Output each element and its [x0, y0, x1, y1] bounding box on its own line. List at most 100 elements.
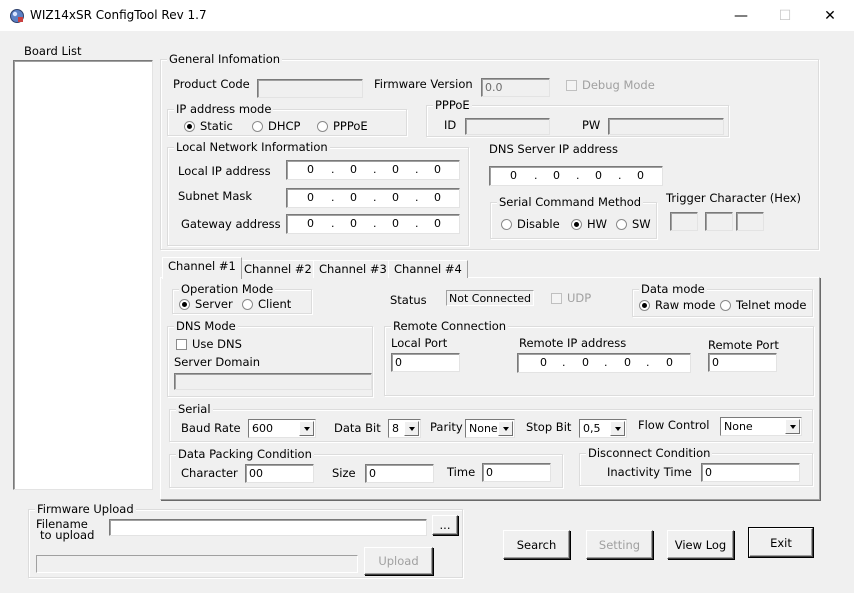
firmware-upload-title: Firmware Upload	[35, 502, 136, 516]
status-value: Not Connected	[446, 290, 534, 306]
maximize-button: ☐	[762, 0, 808, 31]
upload-button: Upload	[364, 547, 433, 575]
pppoe-id-field	[465, 118, 550, 135]
dns-server-field[interactable]: 0. 0. 0. 0	[489, 166, 663, 186]
tab-channel-4[interactable]: Channel #4	[388, 260, 468, 278]
browse-button[interactable]: ...	[432, 515, 458, 535]
filename-field[interactable]	[109, 519, 427, 536]
firmware-version-label: Firmware Version	[374, 77, 473, 91]
size-label: Size	[332, 466, 356, 480]
maximize-icon: ☐	[778, 7, 792, 24]
server-domain-label: Server Domain	[174, 355, 260, 369]
serial-title: Serial	[176, 402, 213, 416]
tab-channel-2[interactable]: Channel #2	[238, 260, 318, 278]
trigger-field-3	[736, 212, 764, 231]
local-ip-label: Local IP address	[178, 164, 271, 178]
app-icon	[10, 9, 24, 23]
udp-checkbox: UDP	[551, 291, 591, 305]
local-ip-field[interactable]: 0. 0. 0. 0	[286, 160, 460, 180]
setting-button: Setting	[586, 530, 653, 559]
local-net-title: Local Network Information	[174, 140, 330, 154]
debug-mode-checkbox: Debug Mode	[566, 78, 655, 92]
inactivity-time-label: Inactivity Time	[607, 465, 692, 479]
minimize-button[interactable]: —	[718, 0, 764, 31]
chevron-down-icon	[498, 421, 513, 436]
parity-select[interactable]: None	[465, 419, 515, 438]
remote-port-field[interactable]: 0	[708, 353, 777, 372]
dns-server-label: DNS Server IP address	[489, 142, 618, 156]
board-list[interactable]	[13, 60, 153, 490]
product-code-field	[257, 79, 363, 98]
baud-rate-select[interactable]: 600	[248, 419, 316, 438]
data-mode-telnet-radio[interactable]: Telnet mode	[720, 298, 806, 312]
stop-bit-select[interactable]: 0,5	[579, 419, 627, 438]
chevron-down-icon	[785, 419, 800, 434]
gateway-field[interactable]: 0. 0. 0. 0	[286, 214, 460, 234]
server-domain-field	[174, 373, 372, 390]
firmware-version-field: 0.0	[481, 78, 550, 97]
ip-mode-static-radio[interactable]: Static	[184, 119, 233, 133]
local-port-label: Local Port	[391, 336, 448, 350]
local-port-field[interactable]: 0	[391, 353, 460, 372]
tab-channel-1[interactable]: Channel #1	[162, 257, 242, 279]
op-mode-server-radio[interactable]: Server	[179, 297, 233, 311]
use-dns-checkbox[interactable]: Use DNS	[176, 337, 242, 351]
data-mode-title: Data mode	[639, 282, 707, 296]
window-title: WIZ14xSR ConfigTool Rev 1.7	[30, 8, 207, 22]
chevron-down-icon	[404, 421, 419, 436]
board-list-label: Board List	[24, 44, 82, 58]
baud-rate-label: Baud Rate	[181, 421, 241, 435]
subnet-mask-label: Subnet Mask	[178, 189, 253, 203]
title-bar: WIZ14xSR ConfigTool Rev 1.7 — ☐ ✕	[0, 0, 854, 31]
pppoe-pw-label: PW	[582, 118, 601, 132]
product-code-label: Product Code	[173, 77, 250, 91]
filename-label-line2: to upload	[40, 528, 95, 542]
ip-mode-pppoe-radio[interactable]: PPPoE	[317, 119, 368, 133]
chevron-down-icon	[610, 421, 625, 436]
parity-label: Parity	[430, 420, 463, 434]
remote-port-label: Remote Port	[708, 338, 779, 352]
op-mode-client-radio[interactable]: Client	[242, 297, 291, 311]
exit-button[interactable]: Exit	[748, 527, 814, 558]
serial-cmd-sw-radio[interactable]: SW	[616, 217, 651, 231]
serial-cmd-disable-radio[interactable]: Disable	[501, 217, 560, 231]
time-field[interactable]: 0	[482, 463, 551, 482]
data-bit-select[interactable]: 8	[388, 419, 421, 438]
trigger-field-1	[670, 212, 698, 231]
disconnect-title: Disconnect Condition	[586, 446, 713, 460]
ip-mode-title: IP address mode	[174, 102, 274, 116]
trigger-label: Trigger Character (Hex)	[666, 191, 802, 205]
view-log-button[interactable]: View Log	[667, 530, 734, 559]
dns-mode-title: DNS Mode	[174, 319, 238, 333]
size-field[interactable]: 0	[365, 464, 434, 483]
data-mode-raw-radio[interactable]: Raw mode	[639, 298, 715, 312]
flow-control-label: Flow Control	[638, 418, 710, 432]
status-label: Status	[390, 293, 427, 307]
stop-bit-label: Stop Bit	[526, 420, 572, 434]
chevron-down-icon	[299, 421, 314, 436]
character-field[interactable]: 00	[245, 464, 314, 483]
op-mode-title: Operation Mode	[179, 282, 276, 296]
search-button[interactable]: Search	[503, 530, 570, 559]
general-info-title: General Infomation	[167, 52, 283, 66]
serial-cmd-title: Serial Command Method	[497, 195, 644, 209]
flow-control-select[interactable]: None	[720, 417, 802, 436]
remote-ip-field[interactable]: 0. 0. 0. 0	[517, 353, 691, 373]
serial-cmd-hw-radio[interactable]: HW	[571, 217, 607, 231]
character-label: Character	[181, 466, 238, 480]
ip-mode-dhcp-radio[interactable]: DHCP	[252, 119, 300, 133]
gateway-label: Gateway address	[181, 217, 281, 231]
remote-connection-title: Remote Connection	[391, 319, 509, 333]
inactivity-time-field[interactable]: 0	[701, 463, 800, 482]
pppoe-pw-field	[608, 118, 724, 135]
minimize-icon: —	[734, 7, 748, 24]
close-button[interactable]: ✕	[807, 0, 853, 31]
data-bit-label: Data Bit	[334, 421, 381, 435]
subnet-mask-field[interactable]: 0. 0. 0. 0	[286, 188, 460, 208]
tab-channel-3[interactable]: Channel #3	[313, 260, 393, 278]
data-packing-title: Data Packing Condition	[176, 447, 314, 461]
close-icon: ✕	[824, 7, 836, 24]
trigger-field-2	[705, 212, 733, 231]
remote-ip-label: Remote IP address	[519, 336, 627, 350]
pppoe-id-label: ID	[444, 118, 457, 132]
